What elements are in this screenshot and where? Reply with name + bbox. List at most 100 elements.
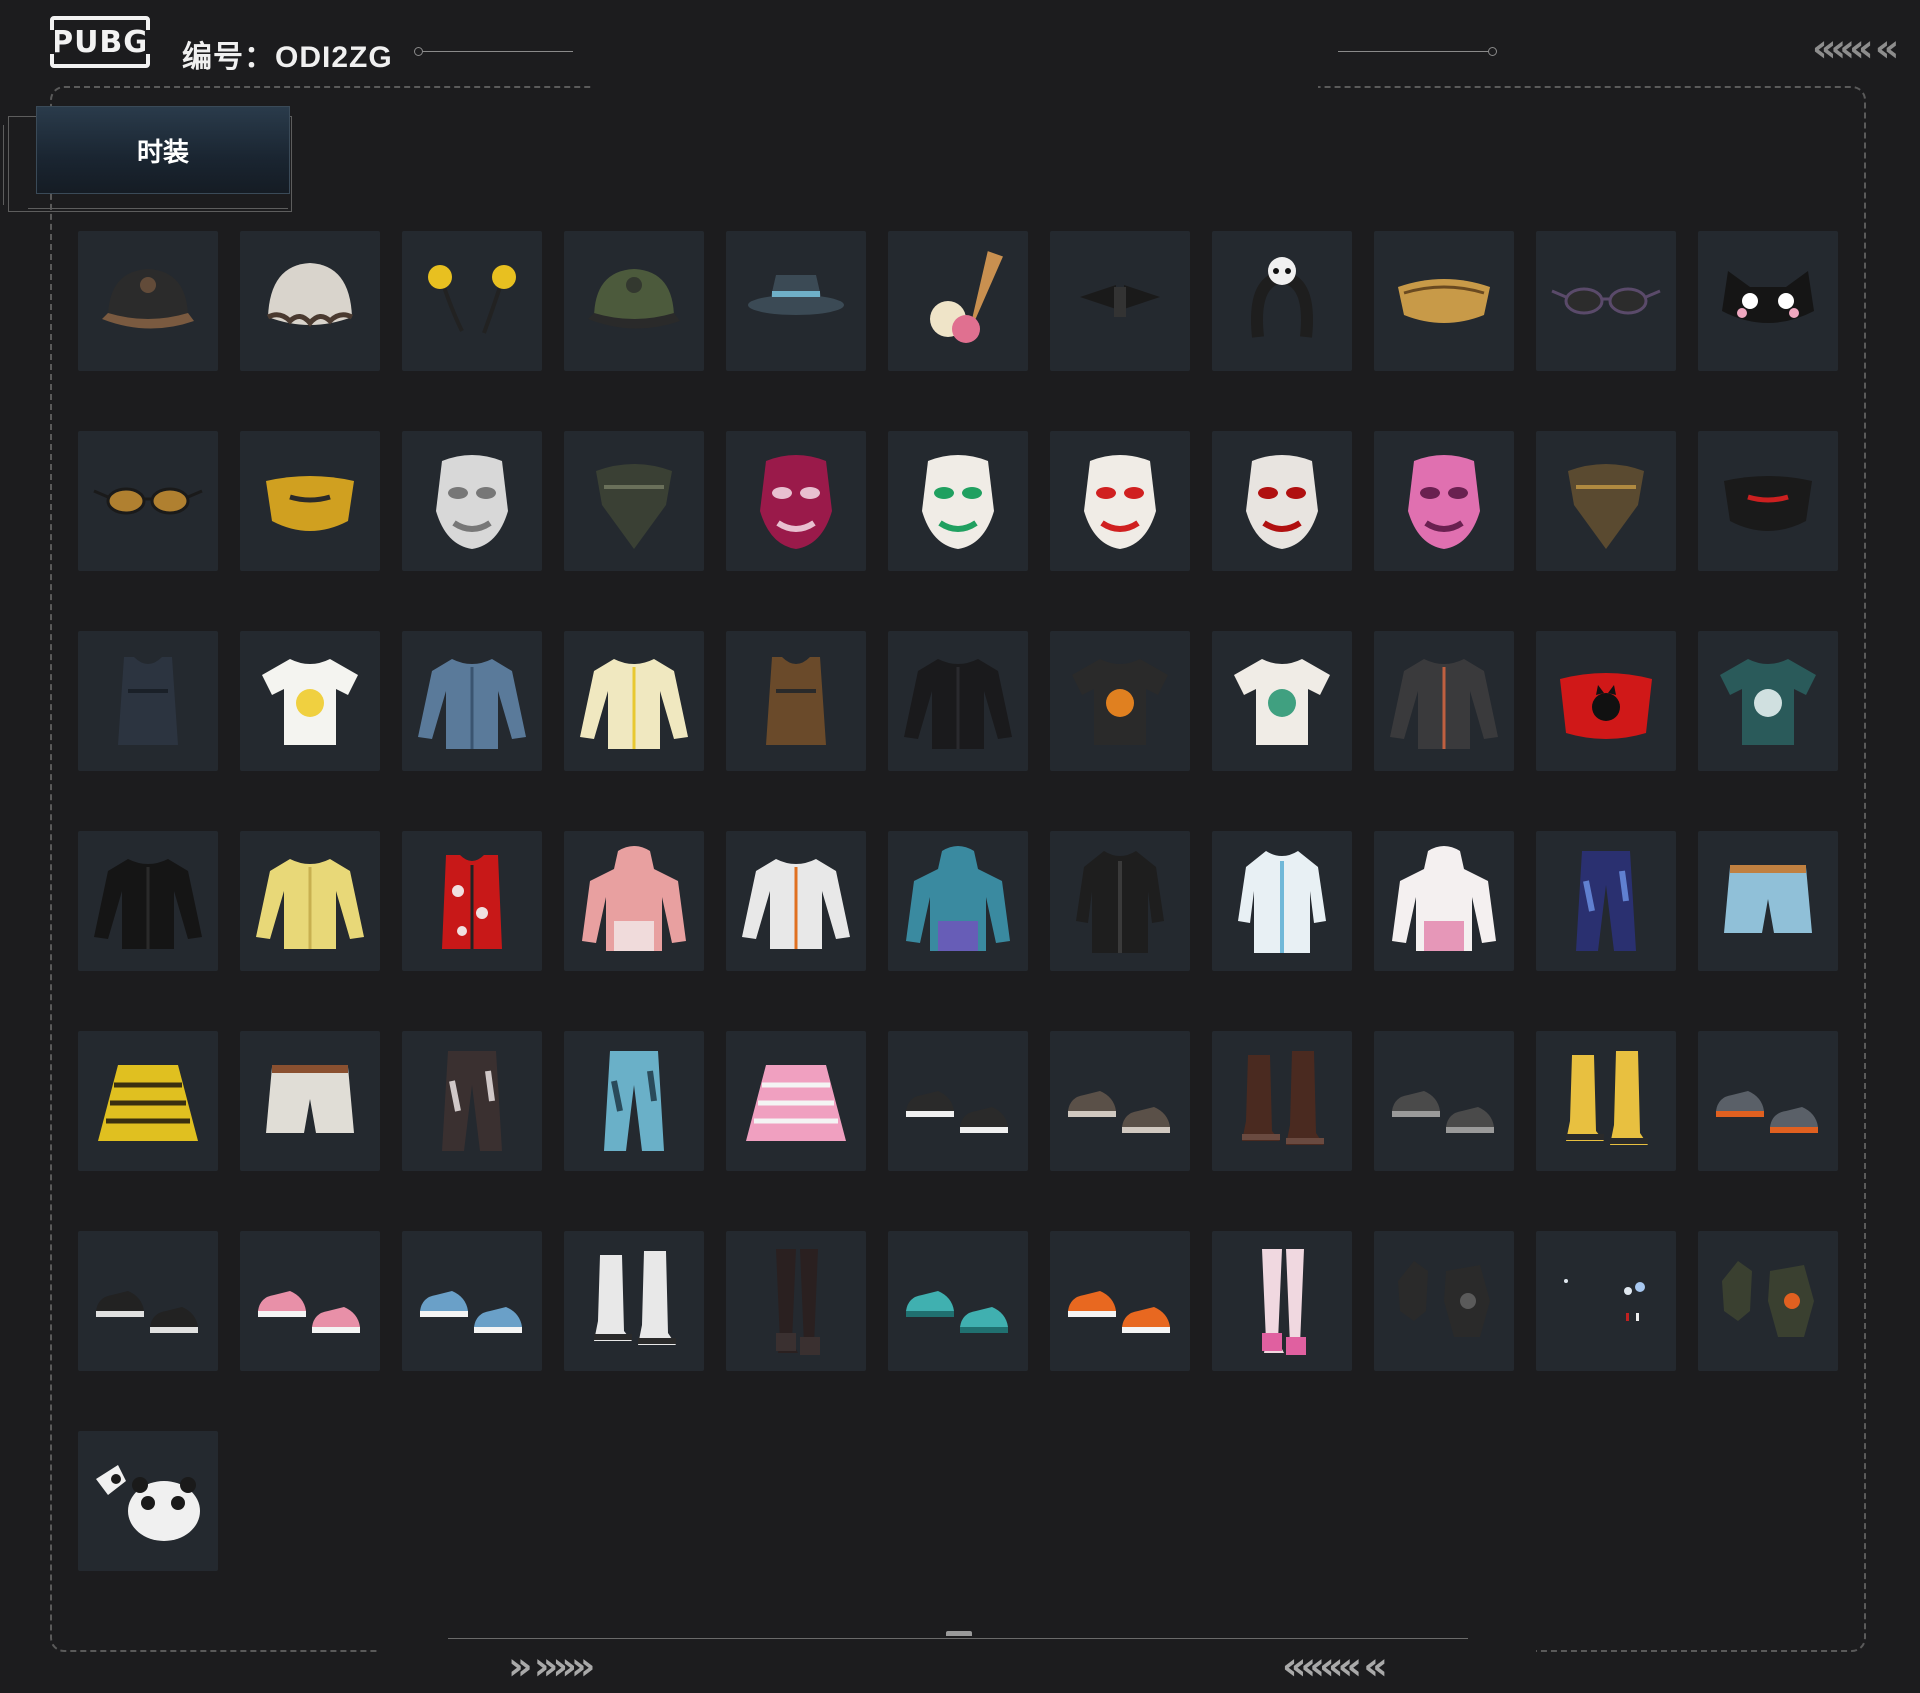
item-slot[interactable] (726, 1031, 866, 1171)
item-slot[interactable] (78, 631, 218, 771)
item-slot[interactable] (240, 631, 380, 771)
item-slot[interactable] (888, 431, 1028, 571)
ice-cream-cone-hat-icon (930, 251, 1003, 343)
joker-mask-icon (922, 455, 994, 549)
item-slot[interactable] (1698, 831, 1838, 971)
tiny-ear-accessories-icon (1564, 1279, 1645, 1321)
item-slot[interactable] (888, 231, 1028, 371)
item-slot[interactable] (564, 631, 704, 771)
item-slot[interactable] (1374, 1231, 1514, 1371)
header-deco-line-right (1338, 47, 1497, 56)
item-slot[interactable] (726, 631, 866, 771)
footer-deco-line (448, 1638, 1468, 1639)
black-bow-headband-icon (1080, 285, 1160, 317)
red-floral-vest-icon (442, 855, 502, 949)
item-slot[interactable] (78, 1031, 218, 1171)
item-slot[interactable] (240, 431, 380, 571)
item-slot[interactable] (1050, 831, 1190, 971)
item-slot[interactable] (564, 831, 704, 971)
clown-mask-icon (1084, 455, 1156, 549)
item-slot[interactable] (1050, 1031, 1190, 1171)
item-slot[interactable] (888, 1031, 1028, 1171)
white-shorts-icon (266, 1065, 354, 1133)
item-slot[interactable] (1374, 231, 1514, 371)
item-slot[interactable] (1698, 431, 1838, 571)
pom-antenna-headband-icon (428, 265, 516, 334)
item-slot[interactable] (1698, 231, 1838, 371)
leopard-bandana-top-icon (766, 657, 826, 745)
item-slot[interactable] (402, 831, 542, 971)
item-slot[interactable] (564, 1031, 704, 1171)
item-slot[interactable] (726, 431, 866, 571)
item-slot[interactable] (402, 1231, 542, 1371)
item-slot[interactable] (1374, 631, 1514, 771)
item-slot[interactable] (888, 831, 1028, 971)
item-slot[interactable] (1050, 1231, 1190, 1371)
item-slot[interactable] (1212, 631, 1352, 771)
gradient-hoodie-icon (906, 846, 1010, 951)
white-blue-coat-icon (1238, 851, 1326, 953)
item-slot[interactable] (726, 1231, 866, 1371)
gold-fanny-pack-icon (1398, 279, 1490, 323)
chick-raglan-tee-icon (262, 659, 358, 745)
camo-face-cover-icon (596, 464, 672, 549)
item-slot[interactable] (240, 831, 380, 971)
bucket-hat-icon (748, 275, 844, 315)
item-slot[interactable] (78, 1431, 218, 1571)
yellow-stripe-skirt-icon (98, 1065, 198, 1141)
header-deco-line-left (414, 47, 573, 56)
item-slot[interactable] (564, 1231, 704, 1371)
item-slot[interactable] (78, 231, 218, 371)
item-slot[interactable] (1536, 831, 1676, 971)
item-slot[interactable] (1050, 631, 1190, 771)
item-slot[interactable] (888, 1231, 1028, 1371)
black-skate-shoes-icon (96, 1291, 198, 1333)
item-slot[interactable] (1212, 431, 1352, 571)
item-slot[interactable] (1536, 1031, 1676, 1171)
category-tab-fashion[interactable]: 时装 (36, 106, 290, 194)
item-slot[interactable] (888, 631, 1028, 771)
account-code-label: 编号：ODI2ZG (182, 41, 393, 74)
item-slot[interactable] (402, 431, 542, 571)
item-slot[interactable] (726, 231, 866, 371)
denim-shirt-icon (418, 659, 526, 749)
item-slot[interactable] (1212, 1231, 1352, 1371)
item-slot[interactable] (1212, 831, 1352, 971)
red-skull-mask-icon (1246, 455, 1318, 549)
navy-tank-top-icon (118, 657, 178, 745)
pink-pleated-skirt-icon (746, 1065, 846, 1141)
gray-paw-shoes-icon (1392, 1091, 1494, 1133)
item-slot[interactable] (240, 1031, 380, 1171)
item-slot[interactable] (1374, 831, 1514, 971)
item-slot[interactable] (1212, 1031, 1352, 1171)
item-slot[interactable] (1050, 231, 1190, 371)
item-slot[interactable] (1212, 231, 1352, 371)
item-slot[interactable] (1374, 431, 1514, 571)
item-slot[interactable] (402, 231, 542, 371)
item-slot[interactable] (726, 831, 866, 971)
item-slot[interactable] (1698, 631, 1838, 771)
item-slot[interactable] (78, 831, 218, 971)
item-slot[interactable] (1698, 1231, 1838, 1371)
item-slot[interactable] (78, 431, 218, 571)
item-slot[interactable] (78, 1231, 218, 1371)
item-slot[interactable] (402, 631, 542, 771)
item-slot[interactable] (1536, 631, 1676, 771)
item-slot[interactable] (1536, 431, 1676, 571)
item-slot[interactable] (564, 431, 704, 571)
item-slot[interactable] (1374, 1031, 1514, 1171)
item-slot[interactable] (240, 1231, 380, 1371)
frame-gap-top (592, 80, 1318, 94)
blue-print-pants-icon (1576, 851, 1636, 951)
item-slot[interactable] (1698, 1031, 1838, 1171)
item-slot[interactable] (1050, 431, 1190, 571)
item-slot[interactable] (564, 231, 704, 371)
item-slot[interactable] (402, 1031, 542, 1171)
item-slot[interactable] (240, 231, 380, 371)
black-coat-icon (1076, 851, 1164, 953)
silver-masquerade-mask-icon (436, 455, 508, 549)
orange-high-tops-icon (1068, 1291, 1170, 1333)
item-slot[interactable] (1536, 1231, 1676, 1371)
inventory-page: PUBG 编号：ODI2ZG ««« « » »»» «««« « 时装 (0, 0, 1920, 1693)
item-slot[interactable] (1536, 231, 1676, 371)
